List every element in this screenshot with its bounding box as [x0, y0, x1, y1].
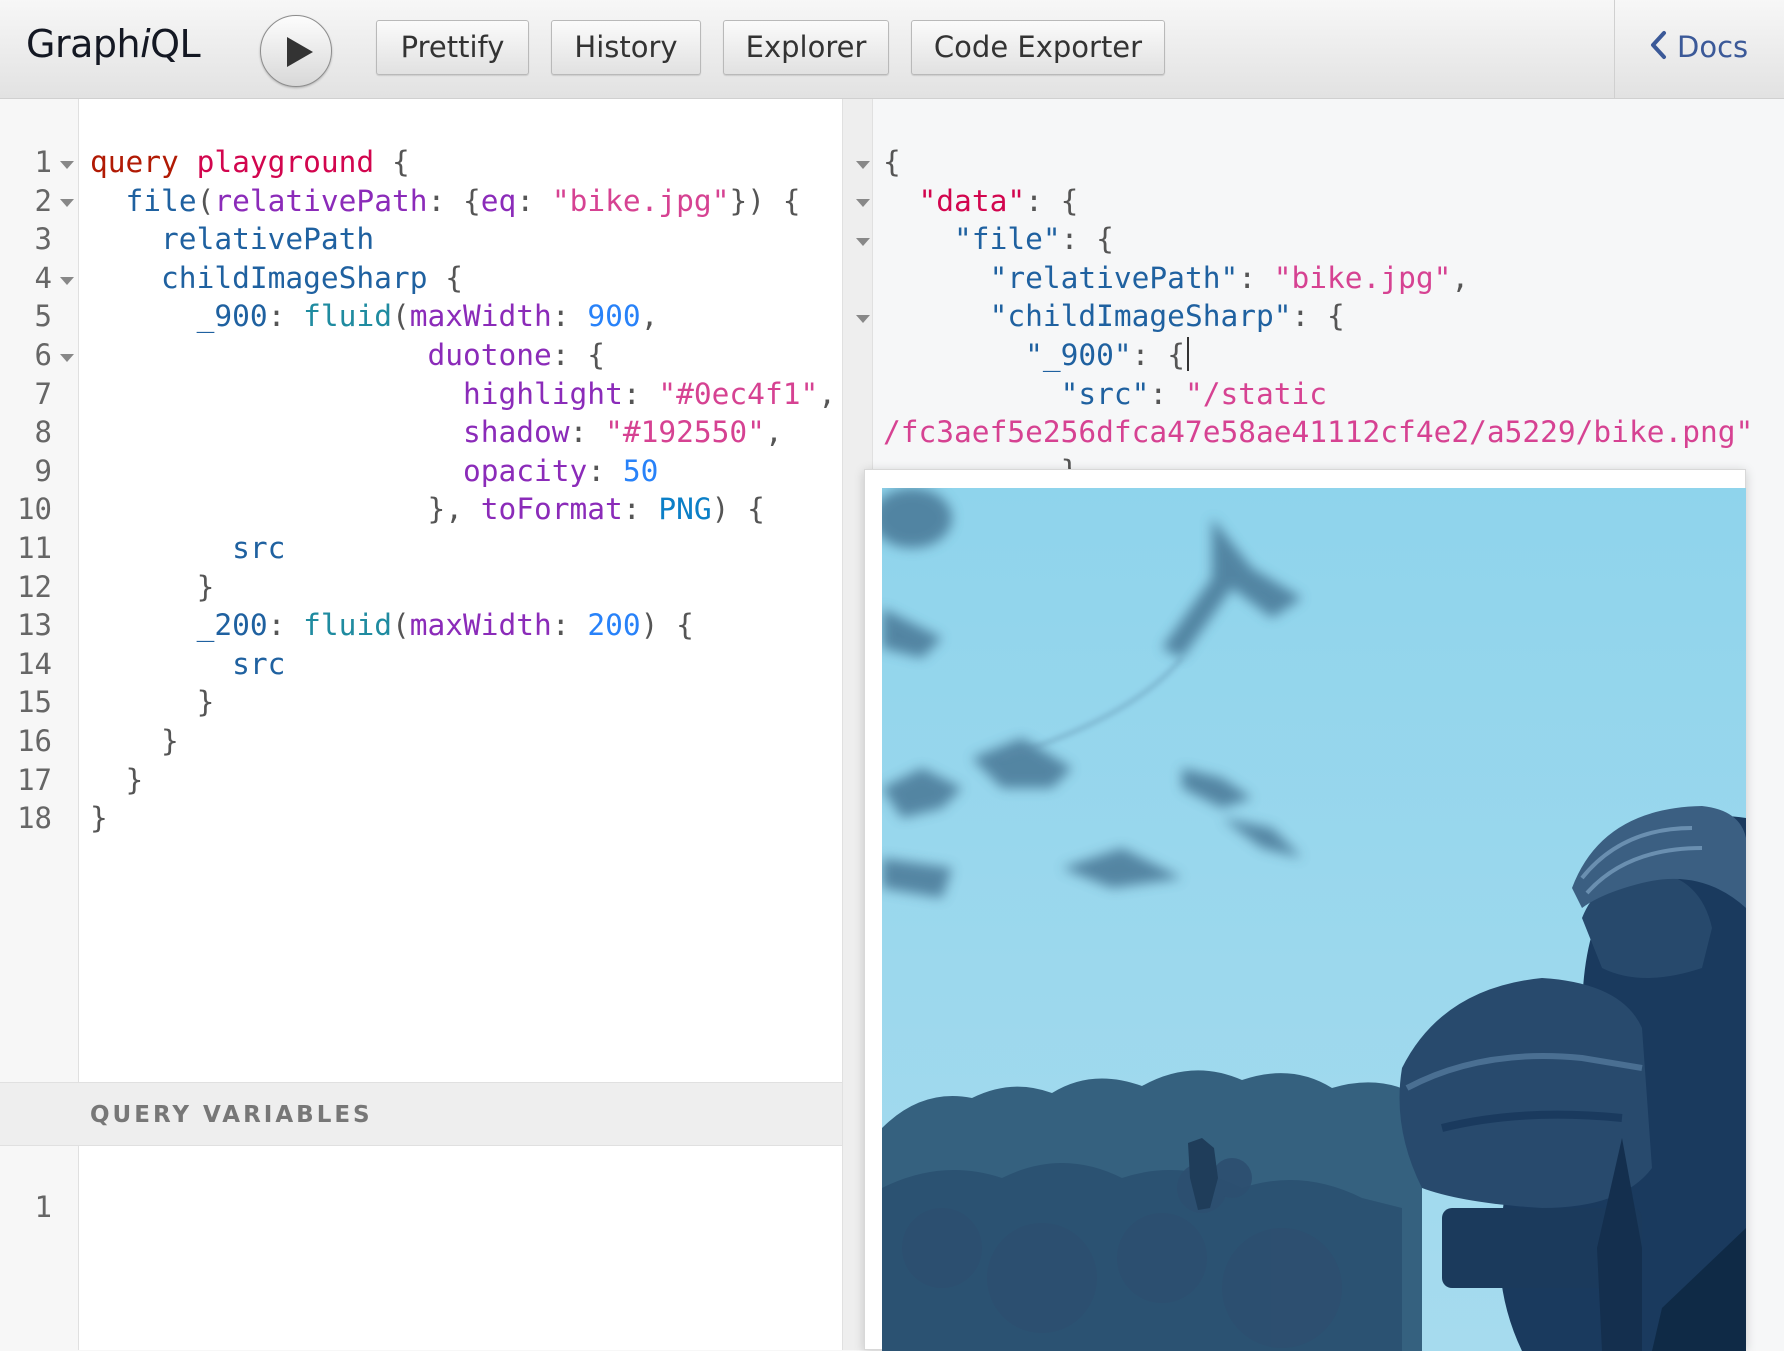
fold-marker-icon[interactable]	[856, 199, 870, 207]
code-exporter-button[interactable]: Code Exporter	[911, 20, 1165, 75]
line-number: 14	[17, 646, 52, 681]
code-line: }, toFormat: PNG) {	[90, 492, 765, 527]
code-line: }	[90, 569, 215, 604]
result-line: {	[883, 145, 901, 179]
line-number: 3	[34, 222, 52, 257]
line-number: 1	[34, 145, 52, 179]
query-editor[interactable]: 1 2 3 4 5 6 7 8 9 10 11 12 13 14 15 16 1…	[0, 99, 842, 1082]
line-number: 1	[34, 1190, 52, 1224]
graphiql-logo: GraphiQL	[26, 22, 201, 66]
toolbar: GraphiQL Prettify History Explorer Code …	[0, 0, 1784, 99]
line-number: 15	[17, 685, 52, 720]
code-line: src	[232, 531, 286, 565]
line-number: 2	[34, 183, 52, 218]
docs-button[interactable]: Docs	[1649, 30, 1748, 64]
line-number: 11	[17, 531, 52, 565]
result-line: "data": {	[918, 183, 1079, 218]
fold-marker-icon[interactable]	[60, 354, 74, 362]
play-icon	[287, 37, 313, 67]
prettify-button[interactable]: Prettify	[376, 20, 529, 75]
fold-marker-icon[interactable]	[856, 238, 870, 246]
result-line: "childImageSharp": {	[989, 299, 1345, 334]
line-number: 10	[17, 492, 52, 527]
fold-marker-icon[interactable]	[856, 315, 870, 323]
code-line: opacity: 50	[462, 453, 659, 488]
chevron-left-icon	[1651, 31, 1666, 59]
code-line: }	[90, 762, 144, 797]
query-variables-editor[interactable]: 1	[0, 1146, 842, 1350]
result-line: "src": "/static	[1060, 376, 1328, 411]
line-number: 18	[17, 801, 52, 836]
execute-query-button[interactable]	[260, 15, 332, 87]
fold-marker-icon[interactable]	[60, 199, 74, 207]
code-line: src	[232, 646, 286, 681]
docs-label: Docs	[1677, 30, 1749, 64]
line-number: 12	[17, 569, 52, 604]
code-line: file(relativePath: {eq: "bike.jpg"}) {	[125, 183, 801, 218]
query-variables-title: QUERY VARIABLES	[90, 1102, 373, 1128]
query-editor-gutter: 1 2 3 4 5 6 7 8 9 10 11 12 13 14 15 16 1…	[0, 99, 79, 1082]
image-preview-tooltip	[864, 469, 1746, 1351]
line-number: 9	[34, 453, 52, 488]
query-variables-header[interactable]: QUERY VARIABLES	[0, 1082, 842, 1146]
code-line: childImageSharp {	[161, 260, 463, 295]
result-line: /fc3aef5e256dfca47e58ae41112cf4e2/a5229/…	[883, 415, 1754, 450]
variables-gutter: 1	[0, 1146, 79, 1350]
line-number: 17	[17, 762, 52, 797]
line-number: 5	[34, 299, 52, 334]
fold-marker-icon[interactable]	[856, 161, 870, 169]
line-number: 13	[17, 608, 52, 643]
result-line: "_900": {	[883, 336, 1189, 375]
code-line: _900: fluid(maxWidth: 900,	[196, 299, 659, 334]
fold-marker-icon[interactable]	[60, 277, 74, 285]
code-line: }	[90, 724, 179, 758]
code-line: }	[90, 801, 108, 836]
fold-marker-icon[interactable]	[60, 161, 74, 169]
code-line: highlight: "#0ec4f1",	[462, 376, 836, 411]
code-line: }	[90, 685, 215, 720]
explorer-button[interactable]: Explorer	[723, 20, 889, 75]
line-number: 8	[34, 415, 52, 450]
code-line: _200: fluid(maxWidth: 200) {	[196, 608, 694, 643]
text-cursor	[1186, 337, 1189, 371]
code-line: shadow: "#192550",	[462, 415, 783, 450]
code-line: relativePath	[161, 222, 375, 257]
history-button[interactable]: History	[551, 20, 701, 75]
line-number: 16	[17, 724, 52, 758]
line-number: 4	[34, 260, 52, 295]
result-line: "relativePath": "bike.jpg",	[989, 260, 1470, 295]
line-number: 6	[34, 338, 52, 372]
code-line: duotone: {	[427, 338, 606, 372]
docs-area: Docs	[1614, 0, 1784, 98]
bike-photo	[882, 488, 1746, 1351]
result-line: "file": {	[954, 222, 1114, 257]
code-line: query playground {	[90, 145, 410, 179]
line-number: 7	[34, 376, 52, 411]
duotone-bike-image	[882, 488, 1746, 1351]
